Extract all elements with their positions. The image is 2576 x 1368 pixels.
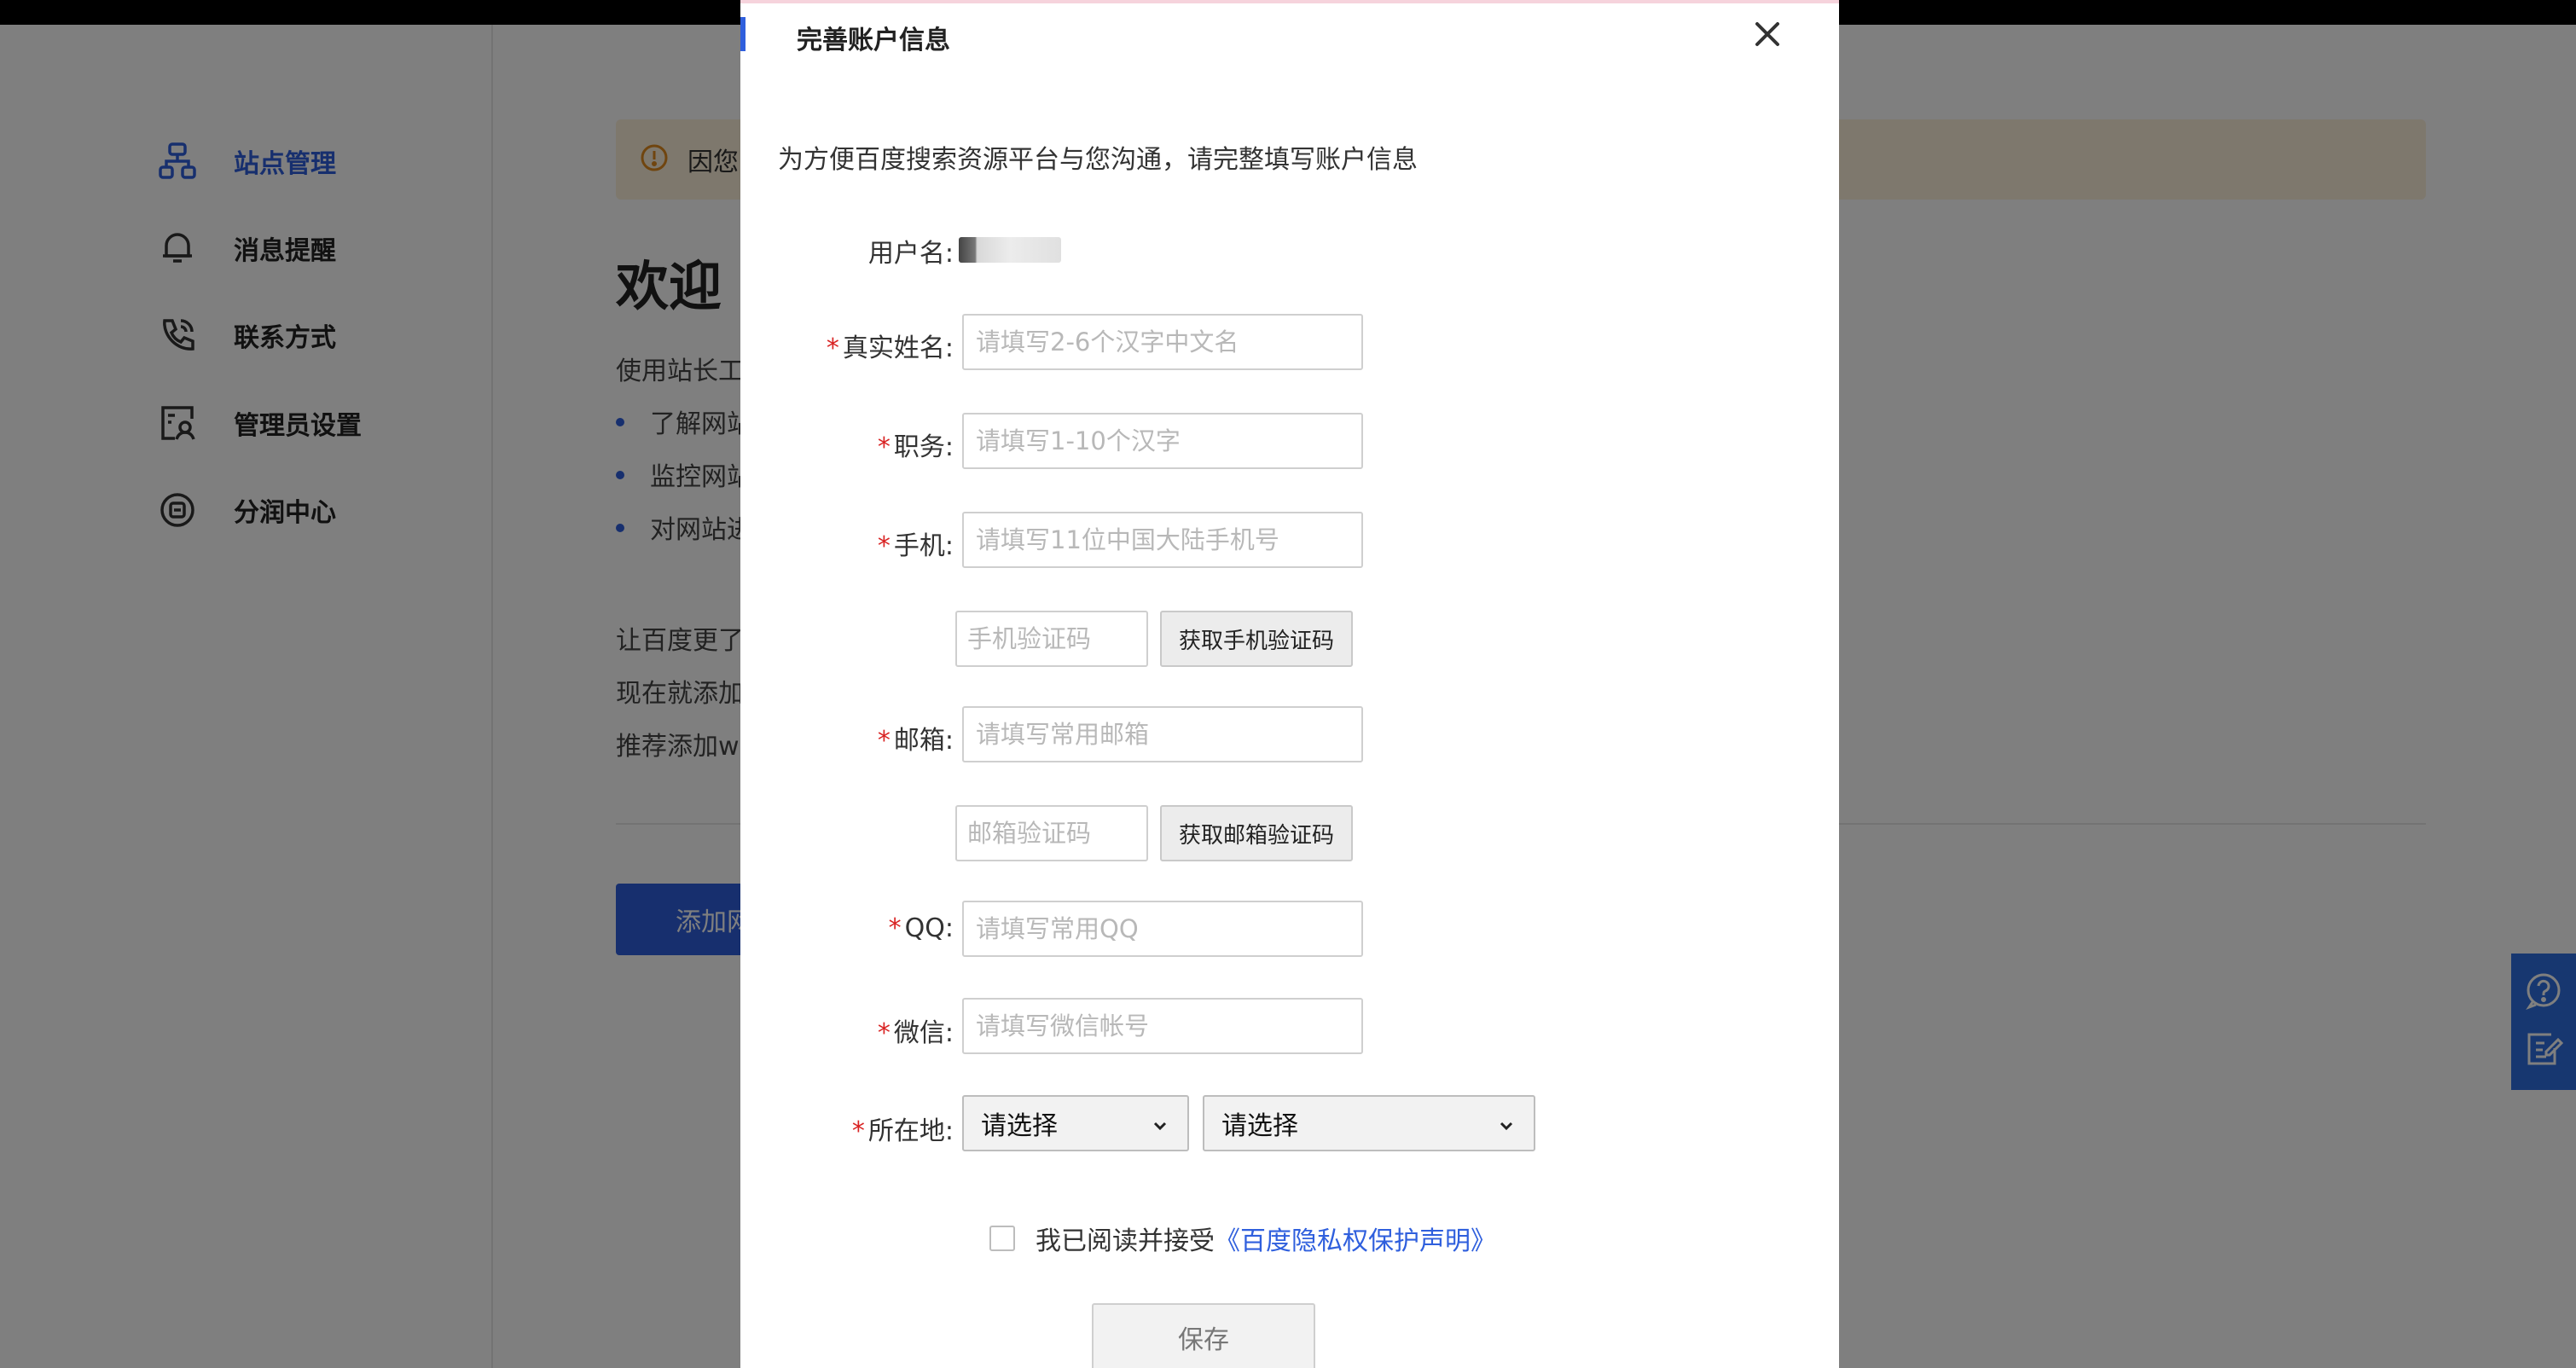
get-phone-code-button[interactable]: 获取手机验证码: [1160, 611, 1353, 667]
save-button[interactable]: 保存: [1092, 1303, 1315, 1368]
real-name-label: * 真实姓名:: [826, 333, 954, 363]
wechat-label: * 微信:: [877, 1018, 954, 1048]
modal-title: 完善账户信息: [797, 26, 950, 55]
privacy-agreement: 我已阅读并接受 《百度隐私权保护声明》: [989, 1220, 1496, 1257]
account-info-modal: 完善账户信息 为方便百度搜索资源平台与您沟通，请完整填写账户信息 用户名: * 真…: [740, 0, 1839, 1368]
province-select[interactable]: 请选择: [962, 1095, 1189, 1151]
phone-code-input[interactable]: [955, 611, 1148, 667]
username-value: [959, 237, 1061, 263]
qq-label: * QQ:: [888, 913, 954, 943]
phone-label: * 手机:: [877, 531, 954, 561]
privacy-policy-link[interactable]: 《百度隐私权保护声明》: [1215, 1220, 1496, 1257]
agree-checkbox[interactable]: [989, 1226, 1015, 1251]
wechat-input[interactable]: [962, 998, 1363, 1054]
close-icon[interactable]: [1749, 15, 1786, 53]
city-select[interactable]: 请选择: [1203, 1095, 1535, 1151]
position-input[interactable]: [962, 413, 1363, 469]
email-label: * 邮箱:: [877, 726, 954, 756]
position-label: * 职务:: [877, 432, 954, 462]
title-accent-bar: [740, 17, 746, 51]
city-select-value: 请选择: [1221, 1111, 1298, 1141]
real-name-input[interactable]: [962, 314, 1363, 370]
chevron-down-icon: [1496, 1113, 1517, 1133]
modal-intro: 为方便百度搜索资源平台与您沟通，请完整填写账户信息: [778, 145, 1418, 175]
modal-top-line: [740, 0, 1839, 3]
phone-input[interactable]: [962, 512, 1363, 568]
get-email-code-button[interactable]: 获取邮箱验证码: [1160, 805, 1353, 861]
username-label: 用户名:: [867, 239, 954, 269]
location-label: * 所在地:: [851, 1116, 954, 1146]
chevron-down-icon: [1150, 1113, 1170, 1133]
province-select-value: 请选择: [981, 1111, 1058, 1141]
email-input[interactable]: [962, 706, 1363, 762]
email-code-input[interactable]: [955, 805, 1148, 861]
agree-text: 我已阅读并接受: [1036, 1226, 1215, 1256]
qq-input[interactable]: [962, 901, 1363, 957]
